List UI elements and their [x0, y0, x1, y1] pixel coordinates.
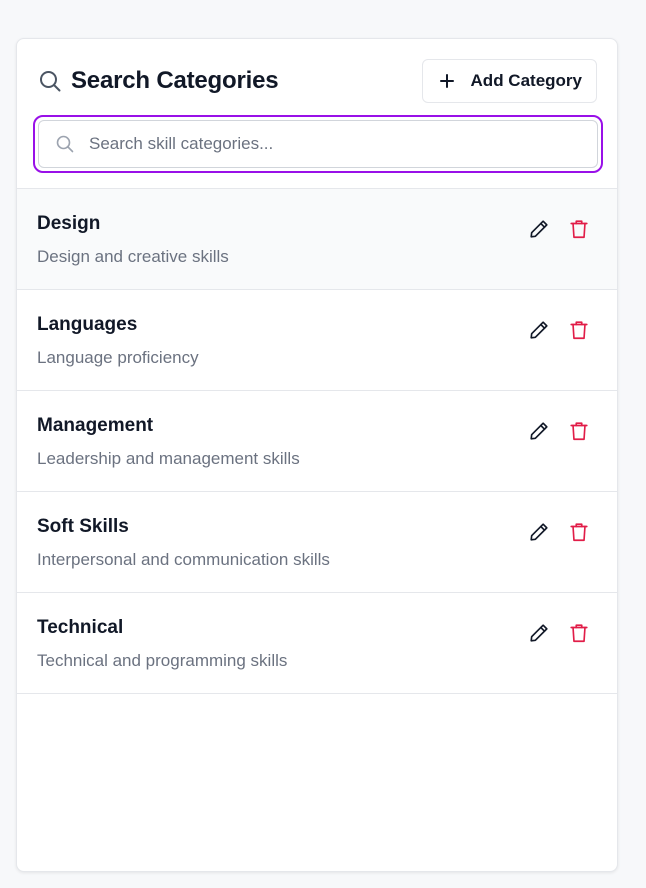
search-icon	[37, 68, 63, 94]
category-name: Technical	[37, 617, 124, 638]
categories-panel: Search Categories Add Category Search sk…	[16, 38, 618, 872]
edit-button[interactable]	[527, 621, 551, 645]
search-field	[38, 120, 598, 168]
pencil-icon	[530, 422, 548, 440]
delete-button[interactable]	[567, 217, 591, 241]
row-actions	[527, 419, 591, 443]
edit-button[interactable]	[527, 217, 551, 241]
category-description: Leadership and management skills	[37, 449, 300, 468]
trash-icon	[570, 220, 588, 239]
delete-button[interactable]	[567, 520, 591, 544]
list-item: Design Design and creative skills	[17, 189, 617, 290]
category-name: Languages	[37, 314, 138, 335]
category-name: Design	[37, 213, 101, 234]
add-category-button[interactable]: Add Category	[421, 59, 597, 103]
delete-button[interactable]	[567, 318, 591, 342]
category-description: Interpersonal and communication skills	[37, 550, 330, 569]
list-item: Technical Technical and programming skil…	[17, 593, 617, 694]
title-row: Search Categories	[37, 67, 279, 95]
list-item: Languages Language proficiency	[17, 290, 617, 391]
search-focus-ring	[33, 115, 603, 173]
category-name: Soft Skills	[37, 516, 129, 537]
category-description: Language proficiency	[37, 348, 199, 367]
search-icon	[55, 134, 75, 154]
row-actions	[527, 318, 591, 342]
row-actions	[527, 217, 591, 241]
list-item: Management Leadership and management ski…	[17, 391, 617, 492]
delete-button[interactable]	[567, 419, 591, 443]
edit-button[interactable]	[527, 520, 551, 544]
delete-button[interactable]	[567, 621, 591, 645]
category-list: Design Design and creative skills Langua…	[17, 189, 617, 694]
pencil-icon	[530, 321, 548, 339]
trash-icon	[570, 523, 588, 542]
trash-icon	[570, 321, 588, 340]
row-actions	[527, 520, 591, 544]
pencil-icon	[530, 523, 548, 541]
edit-button[interactable]	[527, 419, 551, 443]
page-title: Search Categories	[71, 67, 279, 94]
row-actions	[527, 621, 591, 645]
panel-header: Search Categories Add Category	[17, 39, 617, 189]
plus-icon	[439, 73, 455, 89]
category-description: Technical and programming skills	[37, 651, 288, 670]
search-input[interactable]	[87, 133, 551, 155]
category-description: Design and creative skills	[37, 247, 229, 266]
category-name: Management	[37, 415, 154, 436]
trash-icon	[570, 624, 588, 643]
list-item: Soft Skills Interpersonal and communicat…	[17, 492, 617, 593]
pencil-icon	[530, 220, 548, 238]
edit-button[interactable]	[527, 318, 551, 342]
add-category-label: Add Category	[470, 71, 582, 90]
trash-icon	[570, 422, 588, 441]
pencil-icon	[530, 624, 548, 642]
